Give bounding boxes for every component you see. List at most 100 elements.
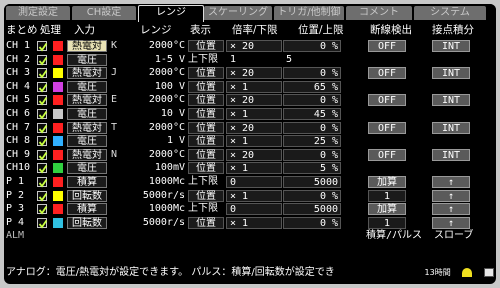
color-swatch[interactable] <box>53 136 63 147</box>
input-type-select[interactable]: 電圧 <box>67 108 107 120</box>
position-value[interactable]: 0 % <box>283 189 341 202</box>
position-value[interactable]: 5 <box>283 54 341 66</box>
process-checkbox[interactable] <box>37 217 48 229</box>
pulse-range-value[interactable]: 1000Mc <box>122 203 185 215</box>
display-mode[interactable]: 上下限 <box>188 176 224 188</box>
input-type-select[interactable]: 電圧 <box>67 162 107 175</box>
input-type-select[interactable]: 熱電対 <box>67 40 107 52</box>
display-mode[interactable]: 上下限 <box>188 54 224 66</box>
range-value[interactable]: 2000°C <box>122 122 185 134</box>
count-mode-button[interactable]: 加算 <box>368 203 406 216</box>
color-swatch[interactable] <box>53 68 63 79</box>
slope-button[interactable]: ↑ <box>432 176 470 188</box>
process-checkbox[interactable] <box>37 163 48 174</box>
position-value[interactable]: 5 % <box>283 162 341 175</box>
display-mode[interactable]: 上下限 <box>188 203 224 215</box>
color-swatch[interactable] <box>53 122 63 133</box>
tab-range[interactable]: レンジ <box>138 5 204 22</box>
pulse-range-value[interactable]: 5000r/s <box>122 190 185 202</box>
display-mode[interactable]: 位置 <box>188 162 224 175</box>
display-mode[interactable]: 位置 <box>188 40 224 52</box>
magnification-value[interactable]: 0 <box>226 203 282 216</box>
display-mode[interactable]: 位置 <box>188 216 224 229</box>
input-type-select[interactable]: 熱電対 <box>67 121 107 134</box>
position-value[interactable]: 25 % <box>283 135 341 148</box>
range-value[interactable]: 2000°C <box>122 40 185 52</box>
position-value[interactable]: 65 % <box>283 80 341 93</box>
range-value[interactable]: 100mV <box>122 162 185 174</box>
range-value[interactable]: 1 V <box>122 135 185 147</box>
color-swatch[interactable] <box>53 109 63 119</box>
magnification-value[interactable]: × 1 <box>226 162 282 175</box>
magnification-value[interactable]: 0 <box>226 176 282 188</box>
magnification-value[interactable]: × 1 <box>226 108 282 120</box>
process-checkbox[interactable] <box>37 177 48 188</box>
pulse-input-select[interactable]: 回転数 <box>67 216 107 229</box>
slope-button[interactable]: ↑ <box>432 216 470 229</box>
range-value[interactable]: 2000°C <box>122 94 185 106</box>
color-swatch[interactable] <box>53 81 63 92</box>
range-value[interactable]: 2000°C <box>122 67 185 79</box>
count-mode-button[interactable]: 1 <box>368 216 406 229</box>
display-mode[interactable]: 位置 <box>188 189 224 202</box>
position-value[interactable]: 0 % <box>283 216 341 229</box>
breakout-toggle[interactable]: OFF <box>368 94 406 107</box>
input-type-select[interactable]: 熱電対 <box>67 148 107 161</box>
tab-trigger-control[interactable]: トリガ/他制御 <box>274 6 344 20</box>
range-value[interactable]: 10 V <box>122 108 185 120</box>
color-swatch[interactable] <box>53 54 63 65</box>
contact-integration-button[interactable]: INT <box>432 148 470 161</box>
process-checkbox[interactable] <box>37 68 48 79</box>
process-checkbox[interactable] <box>37 54 48 66</box>
pulse-input-select[interactable]: 積算 <box>67 203 107 216</box>
magnification-value[interactable]: × 1 <box>226 216 282 229</box>
color-swatch[interactable] <box>53 190 63 201</box>
range-value[interactable]: 1-5 V <box>122 54 185 66</box>
position-value[interactable]: 5000 <box>283 176 341 188</box>
pulse-range-value[interactable]: 1000Mc <box>122 176 185 188</box>
display-mode[interactable]: 位置 <box>188 121 224 134</box>
tab-scaling[interactable]: スケーリング <box>204 6 272 20</box>
magnification-value[interactable]: × 20 <box>226 67 282 80</box>
magnification-value[interactable]: × 1 <box>226 189 282 202</box>
magnification-value[interactable]: × 20 <box>226 40 282 52</box>
input-type-select[interactable]: 電圧 <box>67 135 107 148</box>
color-swatch[interactable] <box>53 95 63 106</box>
breakout-toggle[interactable]: OFF <box>368 40 406 52</box>
contact-integration-button[interactable]: INT <box>432 40 470 52</box>
count-mode-button[interactable]: 1 <box>368 189 406 202</box>
process-checkbox[interactable] <box>37 136 48 147</box>
tab-system[interactable]: システム <box>414 6 486 20</box>
color-swatch[interactable] <box>53 177 63 187</box>
tab-measurement-settings[interactable]: 測定設定 <box>6 6 70 20</box>
slope-button[interactable]: ↑ <box>432 189 470 202</box>
position-value[interactable]: 0 % <box>283 94 341 107</box>
magnification-value[interactable]: 1 <box>226 54 286 66</box>
display-mode[interactable]: 位置 <box>188 135 224 148</box>
breakout-toggle[interactable]: OFF <box>368 67 406 80</box>
range-value[interactable]: 2000°C <box>122 149 185 161</box>
position-value[interactable]: 0 % <box>283 40 341 52</box>
display-mode[interactable]: 位置 <box>188 67 224 80</box>
process-checkbox[interactable] <box>37 149 48 161</box>
process-checkbox[interactable] <box>37 109 48 120</box>
tab-comment[interactable]: コメント <box>346 6 412 20</box>
count-mode-button[interactable]: 加算 <box>368 176 406 188</box>
color-swatch[interactable] <box>53 163 63 174</box>
display-mode[interactable]: 位置 <box>188 94 224 107</box>
magnification-value[interactable]: × 20 <box>226 94 282 107</box>
position-value[interactable]: 0 % <box>283 67 341 80</box>
process-checkbox[interactable] <box>37 41 48 52</box>
position-value[interactable]: 0 % <box>283 121 341 134</box>
input-type-select[interactable]: 電圧 <box>67 53 107 66</box>
pulse-range-value[interactable]: 5000r/s <box>122 217 185 229</box>
contact-integration-button[interactable]: INT <box>432 67 470 80</box>
pulse-input-select[interactable]: 回転数 <box>67 189 107 202</box>
process-checkbox[interactable] <box>37 95 48 106</box>
magnification-value[interactable]: × 20 <box>226 148 282 161</box>
color-swatch[interactable] <box>53 149 63 160</box>
position-value[interactable]: 45 % <box>283 108 341 120</box>
range-value[interactable]: 100 V <box>122 81 185 93</box>
magnification-value[interactable]: × 1 <box>226 135 282 148</box>
magnification-value[interactable]: × 1 <box>226 80 282 93</box>
